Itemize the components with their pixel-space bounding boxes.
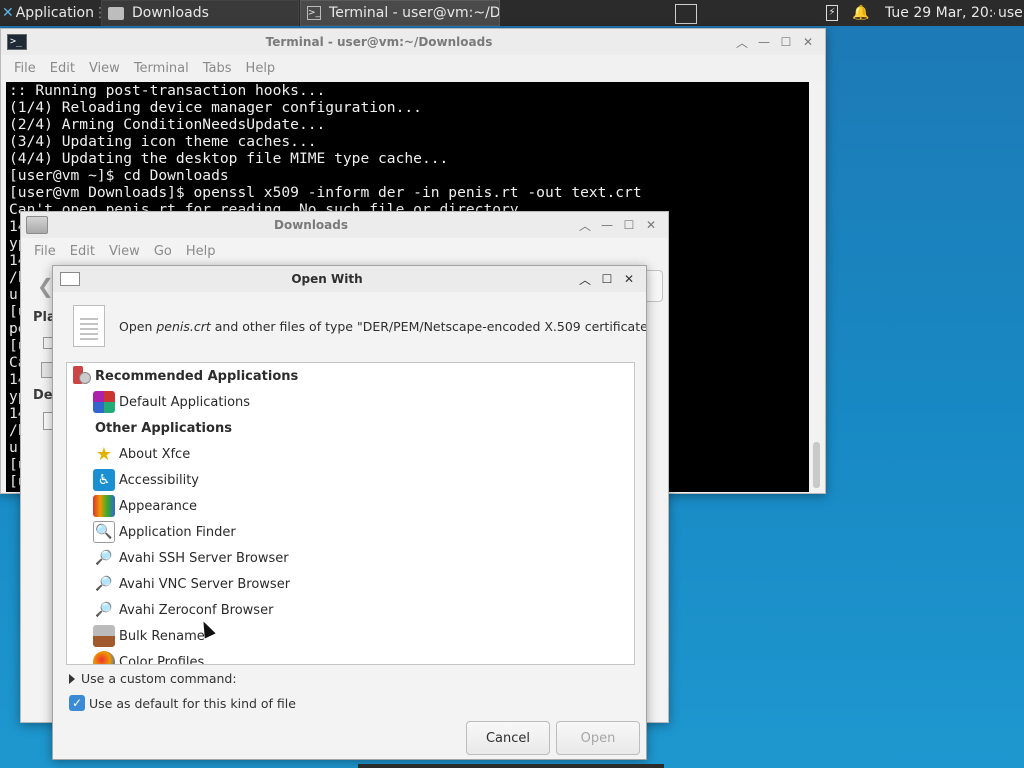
terminal-titlebar[interactable]: >_ Terminal - user@vm:~/Downloads ︿ — ☐ …: [1, 29, 825, 55]
default-applications-icon: [93, 391, 115, 413]
user-menu[interactable]: user: [998, 0, 1024, 26]
menu-file[interactable]: File: [7, 61, 43, 76]
recommended-header: Recommended Applications: [67, 363, 634, 389]
terminal-line: (1/4) Reloading device manager configura…: [9, 99, 422, 116]
close-button[interactable]: ✕: [640, 214, 662, 236]
menu-go[interactable]: Go: [147, 244, 179, 259]
shade-button[interactable]: ︿: [574, 268, 596, 290]
app-item-about-xfce[interactable]: ★ About Xfce: [67, 441, 634, 467]
bottom-panel-edge: [358, 764, 664, 768]
file-manager-title: Downloads: [273, 218, 349, 232]
application-finder-icon: 🔍: [93, 521, 115, 543]
document-icon: [73, 305, 105, 347]
dialog-title: Open With: [291, 272, 363, 286]
menu-tabs[interactable]: Tabs: [196, 61, 239, 76]
use-as-default-checkbox[interactable]: ✓ Use as default for this kind of file: [69, 695, 296, 711]
file-manager-menubar: File Edit View Go Help: [21, 238, 668, 264]
checkmark-icon: ✓: [69, 695, 85, 711]
menu-edit[interactable]: Edit: [63, 244, 102, 259]
shade-button[interactable]: ︿: [574, 214, 596, 236]
open-with-header: Open penis.crt and other files of type "…: [73, 304, 646, 348]
about-xfce-icon: ★: [95, 443, 113, 465]
bulk-rename-icon: [93, 625, 115, 647]
terminal-scrollbar[interactable]: [810, 82, 824, 492]
xfce-logo-icon: ✕: [2, 5, 14, 21]
other-header: Other Applications: [95, 420, 232, 436]
clock[interactable]: Tue 29 Mar, 20:42: [885, 0, 995, 26]
terminal-line: (4/4) Updating the desktop file MIME typ…: [9, 150, 449, 167]
app-item-avahi-ssh[interactable]: 🔎 Avahi SSH Server Browser: [67, 545, 634, 571]
terminal-icon: >_: [307, 6, 322, 20]
folder-icon: [108, 6, 124, 20]
power-manager-icon[interactable]: ⚡: [826, 0, 844, 26]
minimize-button[interactable]: —: [753, 31, 775, 53]
workspace-icon: [675, 4, 697, 24]
file-name: penis.crt: [156, 318, 211, 334]
terminal-line: (3/4) Updating icon theme caches...: [9, 133, 317, 150]
panel-separator: ⋮: [93, 5, 101, 21]
maximize-button[interactable]: ☐: [618, 214, 640, 236]
menu-file[interactable]: File: [27, 244, 63, 259]
app-item-avahi-vnc[interactable]: 🔎 Avahi VNC Server Browser: [67, 571, 634, 597]
cancel-button[interactable]: Cancel: [466, 721, 550, 755]
terminal-title: Terminal - user@vm:~/Downloads: [265, 35, 493, 49]
menu-edit[interactable]: Edit: [43, 61, 82, 76]
workspace-switcher[interactable]: [675, 0, 705, 26]
open-with-prompt: Open penis.crt and other files of type "…: [119, 318, 647, 334]
terminal-menubar: File Edit View Terminal Tabs Help: [1, 55, 825, 81]
menu-terminal[interactable]: Terminal: [127, 61, 196, 76]
accessibility-icon: ♿: [93, 469, 115, 491]
task-terminal[interactable]: >_ Terminal - user@vm:~/Dow...: [300, 0, 500, 26]
app-item-application-finder[interactable]: 🔍 Application Finder: [67, 519, 634, 545]
menu-view[interactable]: View: [102, 244, 147, 259]
task-downloads[interactable]: Downloads: [101, 0, 299, 26]
terminal-line: [user@vm ~]$ cd Downloads: [9, 167, 229, 184]
open-with-titlebar[interactable]: Open With ︿ ☐ ✕: [53, 266, 646, 292]
terminal-line: [user@vm Downloads]$ openssl x509 -infor…: [9, 184, 642, 201]
close-button[interactable]: ✕: [797, 31, 819, 53]
file-manager-titlebar[interactable]: Downloads ︿ — ☐ ✕: [21, 212, 668, 238]
open-with-dialog: Open With ︿ ☐ ✕ Open penis.crt and other…: [52, 265, 647, 760]
app-item-bulk-rename[interactable]: Bulk Rename: [67, 623, 634, 649]
avahi-icon: 🔎: [95, 576, 113, 592]
applications-menu[interactable]: ✕ Applications: [2, 0, 94, 26]
terminal-app-icon: >_: [7, 34, 27, 50]
app-item-appearance[interactable]: Appearance: [67, 493, 634, 519]
maximize-button[interactable]: ☐: [775, 31, 797, 53]
minimize-button[interactable]: —: [596, 214, 618, 236]
application-list[interactable]: Recommended Applications Default Applica…: [66, 362, 635, 665]
folder-icon: [26, 216, 48, 234]
terminal-line: (2/4) Arming ConditionNeedsUpdate...: [9, 116, 326, 133]
notifications-bell-icon[interactable]: 🔔: [852, 0, 870, 26]
shade-button[interactable]: ︿: [731, 31, 753, 53]
color-profiles-icon: [93, 651, 115, 664]
close-button[interactable]: ✕: [618, 268, 640, 290]
custom-command-expander[interactable]: Use a custom command:: [69, 671, 237, 686]
app-item-accessibility[interactable]: ♿ Accessibility: [67, 467, 634, 493]
appearance-icon: [93, 495, 115, 517]
app-item-avahi-zeroconf[interactable]: 🔎 Avahi Zeroconf Browser: [67, 597, 634, 623]
menu-view[interactable]: View: [82, 61, 127, 76]
top-panel: ✕ Applications ⋮ Downloads >_ Terminal -…: [0, 0, 1024, 26]
menu-help[interactable]: Help: [179, 244, 223, 259]
app-item-default-applications[interactable]: Default Applications: [67, 389, 634, 415]
terminal-line: :: Running post-transaction hooks...: [9, 82, 326, 99]
dialog-window-icon: [60, 272, 80, 286]
recommended-icon: [71, 366, 91, 386]
menu-help[interactable]: Help: [239, 61, 283, 76]
scrollbar-thumb[interactable]: [813, 442, 820, 488]
avahi-icon: 🔎: [95, 602, 113, 618]
avahi-icon: 🔎: [95, 550, 113, 566]
maximize-button[interactable]: ☐: [596, 268, 618, 290]
expander-arrow-icon: [69, 673, 75, 684]
app-item-color-profiles[interactable]: Color Profiles: [67, 649, 634, 664]
sidebar-devices-header: De: [33, 388, 53, 403]
open-button[interactable]: Open: [556, 721, 640, 755]
